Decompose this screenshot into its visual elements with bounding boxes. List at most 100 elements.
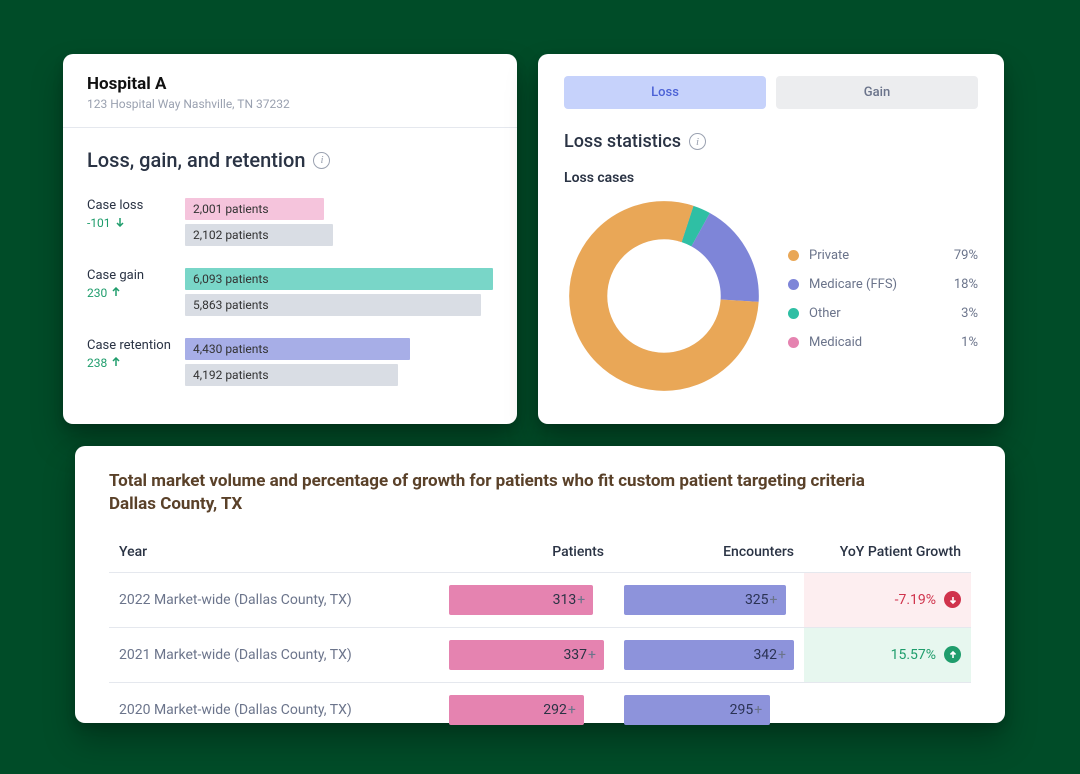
legend-item: Medicaid1% bbox=[788, 335, 978, 350]
legend-name: Other bbox=[809, 306, 936, 321]
bar-current: 4,430 patients bbox=[185, 338, 410, 360]
cell-patients: 313+ bbox=[439, 572, 614, 627]
cell-year: 2020 Market-wide (Dallas County, TX) bbox=[109, 682, 439, 737]
legend-name: Medicaid bbox=[809, 335, 936, 350]
hospital-name: Hospital A bbox=[87, 74, 493, 94]
patients-value: 292 bbox=[543, 702, 567, 718]
metric-name: Case loss bbox=[87, 198, 171, 213]
market-title-line1: Total market volume and percentage of gr… bbox=[109, 471, 865, 491]
encounters-bar: 342+ bbox=[624, 640, 794, 670]
section-title-text: Loss statistics bbox=[564, 131, 681, 152]
delta-value: 230 bbox=[87, 286, 107, 300]
encounters-value: 342 bbox=[753, 647, 777, 663]
metric-name: Case gain bbox=[87, 268, 171, 283]
divider bbox=[63, 127, 517, 128]
metric-gain: Case gain 230 6,093 patients 5,863 patients bbox=[87, 268, 493, 316]
legend-pct: 1% bbox=[936, 335, 978, 350]
delta-value: -101 bbox=[87, 216, 111, 230]
table-row: 2022 Market-wide (Dallas County, TX) 313+… bbox=[109, 572, 971, 627]
table-row: 2020 Market-wide (Dallas County, TX) 292+… bbox=[109, 682, 971, 737]
cell-yoy: 15.57% bbox=[804, 627, 971, 682]
metric-loss: Case loss -101 2,001 patients 2,102 patient… bbox=[87, 198, 493, 246]
cell-encounters: 325+ bbox=[614, 572, 804, 627]
legend: Private79%Medicare (FFS)18%Other3%Medica… bbox=[788, 248, 978, 350]
metric-name: Case retention bbox=[87, 338, 171, 353]
encounters-value: 295 bbox=[730, 702, 754, 718]
market-table: Year Patients Encounters YoY Patient Gro… bbox=[109, 532, 971, 737]
metric-retention: Case retention 238 4,430 patients 4,192 pat… bbox=[87, 338, 493, 386]
legend-pct: 18% bbox=[936, 277, 978, 292]
card-loss-statistics: Loss Gain Loss statistics Loss cases Pri… bbox=[538, 54, 1004, 424]
section-title: Loss statistics bbox=[564, 131, 978, 152]
metric-bars: 6,093 patients 5,863 patients bbox=[185, 268, 493, 316]
bar-prior: 2,102 patients bbox=[185, 224, 333, 246]
legend-swatch-icon bbox=[788, 250, 799, 261]
info-icon[interactable] bbox=[689, 133, 706, 150]
legend-item: Private79% bbox=[788, 248, 978, 263]
encounters-value: 325 bbox=[745, 592, 769, 608]
market-title: Total market volume and percentage of gr… bbox=[109, 470, 971, 516]
info-icon[interactable] bbox=[313, 152, 330, 169]
delta-value: 238 bbox=[87, 356, 107, 370]
metric-bars: 4,430 patients 4,192 patients bbox=[185, 338, 493, 386]
patients-value: 337 bbox=[563, 647, 587, 663]
col-year: Year bbox=[109, 532, 439, 573]
patients-bar: 292+ bbox=[449, 695, 584, 725]
subheading: Loss cases bbox=[564, 170, 978, 186]
legend-name: Medicare (FFS) bbox=[809, 277, 936, 292]
patients-bar: 313+ bbox=[449, 585, 593, 615]
patients-value: 313 bbox=[553, 592, 577, 608]
metric-delta: 238 bbox=[87, 356, 171, 370]
arrow-down-icon bbox=[944, 591, 961, 608]
metrics-list: Case loss -101 2,001 patients 2,102 patient… bbox=[87, 198, 493, 386]
patients-bar: 337+ bbox=[449, 640, 604, 670]
encounters-bar: 295+ bbox=[624, 695, 770, 725]
arrow-up-icon bbox=[111, 286, 121, 300]
legend-name: Private bbox=[809, 248, 936, 263]
col-patients: Patients bbox=[439, 532, 614, 573]
metric-label: Case gain 230 bbox=[87, 268, 171, 300]
cell-yoy bbox=[804, 682, 971, 737]
yoy-value: -7.19% bbox=[895, 592, 936, 608]
donut-row: Private79%Medicare (FFS)18%Other3%Medica… bbox=[564, 196, 978, 396]
tab-strip: Loss Gain bbox=[564, 76, 978, 109]
arrow-up-icon bbox=[111, 356, 121, 370]
metric-delta: -101 bbox=[87, 216, 171, 230]
tab-loss[interactable]: Loss bbox=[564, 76, 766, 109]
bar-prior: 4,192 patients bbox=[185, 364, 398, 386]
card-market-volume: Total market volume and percentage of gr… bbox=[75, 446, 1005, 723]
yoy-value: 15.57% bbox=[891, 647, 936, 663]
section-title: Loss, gain, and retention bbox=[87, 148, 493, 172]
bar-prior: 5,863 patients bbox=[185, 294, 481, 316]
legend-swatch-icon bbox=[788, 279, 799, 290]
metric-label: Case retention 238 bbox=[87, 338, 171, 370]
cell-yoy: -7.19% bbox=[804, 572, 971, 627]
cell-patients: 292+ bbox=[439, 682, 614, 737]
hospital-address: 123 Hospital Way Nashville, TN 37232 bbox=[87, 97, 493, 111]
metric-label: Case loss -101 bbox=[87, 198, 171, 230]
section-title-text: Loss, gain, and retention bbox=[87, 148, 305, 172]
cell-year: 2022 Market-wide (Dallas County, TX) bbox=[109, 572, 439, 627]
arrow-up-icon bbox=[944, 646, 961, 663]
legend-pct: 3% bbox=[936, 306, 978, 321]
legend-swatch-icon bbox=[788, 308, 799, 319]
legend-pct: 79% bbox=[936, 248, 978, 263]
metric-delta: 230 bbox=[87, 286, 171, 300]
tab-gain[interactable]: Gain bbox=[776, 76, 978, 109]
cell-year: 2021 Market-wide (Dallas County, TX) bbox=[109, 627, 439, 682]
table-row: 2021 Market-wide (Dallas County, TX) 337+… bbox=[109, 627, 971, 682]
col-encounters: Encounters bbox=[614, 532, 804, 573]
cell-patients: 337+ bbox=[439, 627, 614, 682]
cell-encounters: 295+ bbox=[614, 682, 804, 737]
donut-chart bbox=[564, 196, 764, 396]
legend-swatch-icon bbox=[788, 337, 799, 348]
legend-item: Medicare (FFS)18% bbox=[788, 277, 978, 292]
bar-current: 6,093 patients bbox=[185, 268, 493, 290]
card-loss-gain-retention: Hospital A 123 Hospital Way Nashville, T… bbox=[63, 54, 517, 424]
col-yoy: YoY Patient Growth bbox=[804, 532, 971, 573]
arrow-down-icon bbox=[115, 216, 125, 230]
metric-bars: 2,001 patients 2,102 patients bbox=[185, 198, 493, 246]
legend-item: Other3% bbox=[788, 306, 978, 321]
bar-current: 2,001 patients bbox=[185, 198, 324, 220]
cell-encounters: 342+ bbox=[614, 627, 804, 682]
